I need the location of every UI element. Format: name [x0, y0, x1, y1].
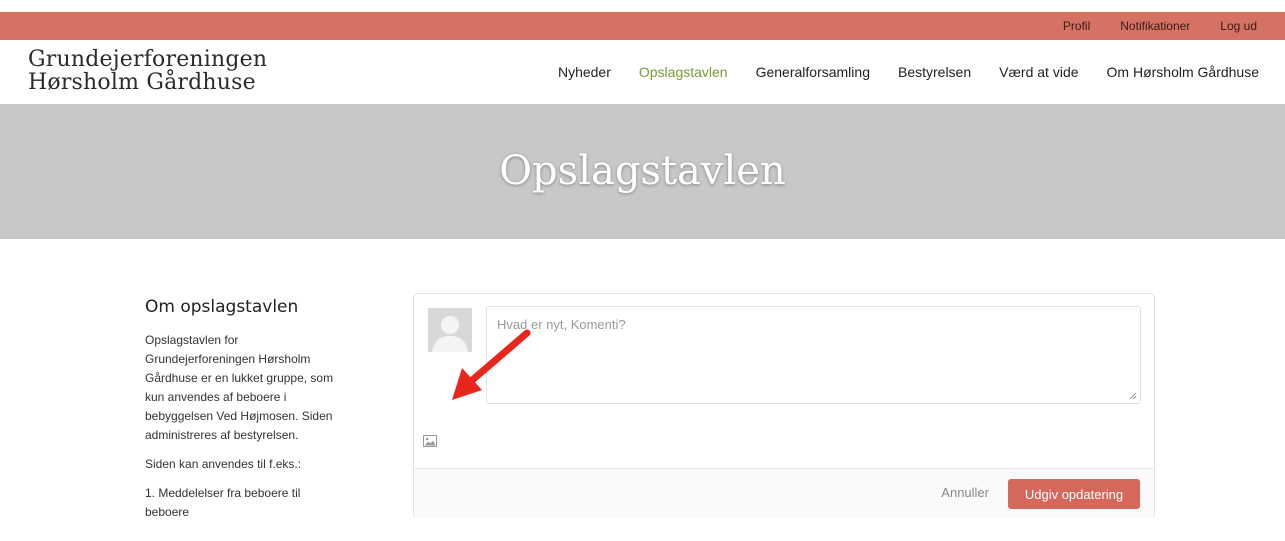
logo-line-1: Grundejerforeningen: [28, 47, 268, 72]
sidebar: Om opslagstavlen Opslagstavlen for Grund…: [145, 297, 345, 532]
nav-item-nyheder[interactable]: Nyheder: [558, 64, 611, 80]
post-composer: Hvad er nyt, Komenti? Annuller Udgiv opd…: [413, 293, 1155, 518]
nav-item-vaerd-at-vide[interactable]: Værd at vide: [999, 64, 1078, 80]
page-title: Opslagstavlen: [499, 148, 786, 194]
utility-links: Profil Notifikationer Log ud: [1063, 12, 1257, 40]
sidebar-heading: Om opslagstavlen: [145, 297, 299, 317]
composer-footer: Annuller Udgiv opdatering: [414, 469, 1154, 518]
top-utility-bar: Profil Notifikationer Log ud: [0, 12, 1285, 40]
logout-link[interactable]: Log ud: [1220, 19, 1257, 33]
nav-item-om-horsholm-gardhuse[interactable]: Om Hørsholm Gårdhuse: [1107, 64, 1259, 80]
main-nav: Nyheder Opslagstavlen Generalforsamling …: [558, 64, 1259, 80]
status-textarea[interactable]: Hvad er nyt, Komenti?: [486, 306, 1141, 404]
resize-grip-icon[interactable]: [1129, 392, 1137, 400]
cancel-button[interactable]: Annuller: [941, 485, 989, 500]
image-icon[interactable]: [423, 435, 437, 447]
sidebar-paragraph: Opslagstavlen for Grundejerforeningen Hø…: [145, 333, 334, 442]
page-hero: Opslagstavlen: [0, 104, 1285, 239]
logo-line-2: Hørsholm Gårdhuse: [28, 70, 256, 95]
default-avatar-icon: [428, 308, 472, 352]
publish-update-button[interactable]: Udgiv opdatering: [1008, 479, 1140, 509]
nav-item-opslagstavlen[interactable]: Opslagstavlen: [639, 64, 728, 80]
sidebar-paragraph: Siden kan anvendes til f.eks.:: [145, 457, 302, 471]
nav-item-bestyrelsen[interactable]: Bestyrelsen: [898, 64, 971, 80]
textarea-placeholder: Hvad er nyt, Komenti?: [497, 317, 626, 332]
site-header: Grundejerforeningen Hørsholm Gårdhuse Ny…: [0, 40, 1285, 104]
nav-item-generalforsamling[interactable]: Generalforsamling: [756, 64, 870, 80]
site-logo[interactable]: Grundejerforeningen Hørsholm Gårdhuse: [28, 48, 267, 94]
notifications-link[interactable]: Notifikationer: [1120, 19, 1190, 33]
profile-link[interactable]: Profil: [1063, 19, 1090, 33]
sidebar-paragraph: 1. Meddelelser fra beboere til beboere: [145, 486, 301, 519]
